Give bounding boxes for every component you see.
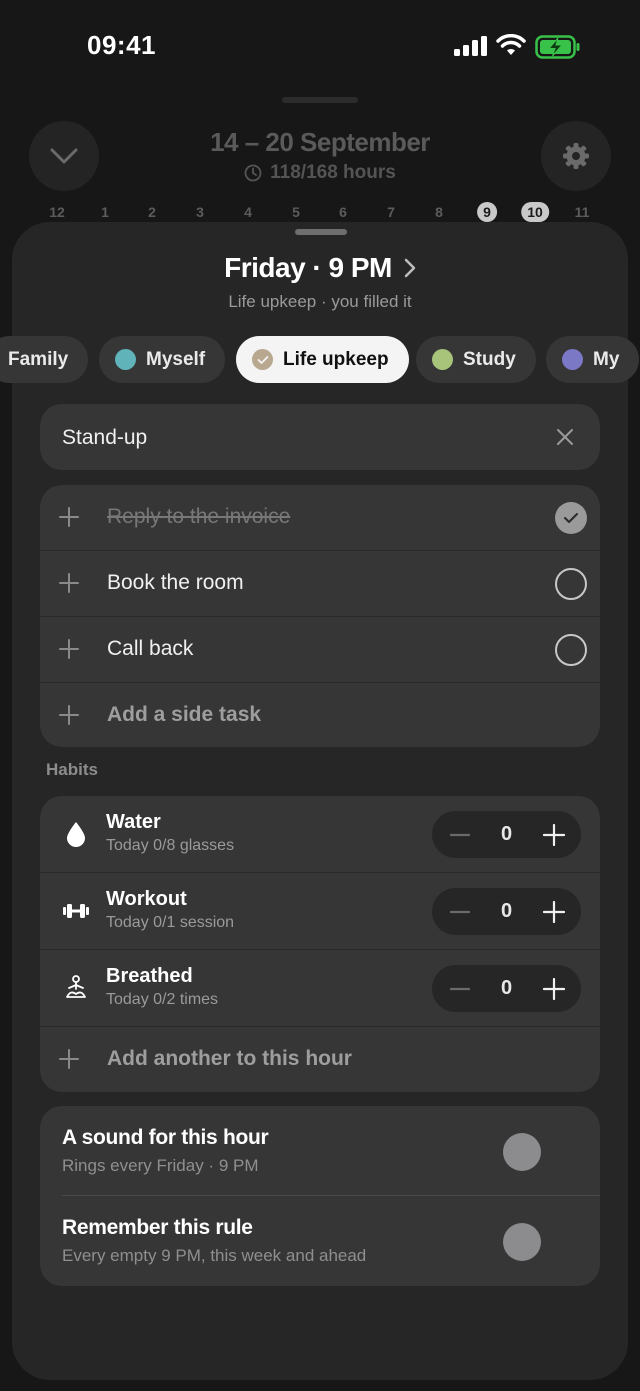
meditation-icon bbox=[62, 974, 90, 1002]
list-item: Book the room bbox=[40, 551, 600, 617]
background-grabber bbox=[282, 97, 358, 103]
chip-my[interactable]: My bbox=[546, 336, 640, 383]
sound-rule-row: A sound for this hour Rings every Friday… bbox=[40, 1106, 600, 1196]
habit-name: Water bbox=[106, 811, 161, 833]
gear-icon bbox=[563, 143, 589, 169]
chip-label: My bbox=[593, 348, 620, 370]
habit-progress: Today 0/2 times bbox=[106, 991, 219, 1008]
task-checkbox[interactable] bbox=[555, 634, 587, 666]
plus-icon bbox=[59, 1049, 79, 1069]
plus-icon[interactable] bbox=[59, 573, 79, 593]
plus-icon[interactable] bbox=[543, 901, 565, 923]
habit-name: Breathed bbox=[106, 965, 193, 987]
chip-label: Study bbox=[463, 348, 516, 370]
clear-icon[interactable] bbox=[556, 428, 574, 446]
chip-label: Myself bbox=[146, 348, 206, 370]
plus-icon[interactable] bbox=[59, 507, 79, 527]
sheet-grabber[interactable] bbox=[295, 229, 347, 235]
chip-myself[interactable]: Myself bbox=[99, 336, 226, 383]
task-label[interactable]: Book the room bbox=[107, 571, 244, 595]
sheet-title: Friday · 9 PM bbox=[224, 252, 392, 283]
sound-toggle[interactable] bbox=[503, 1133, 541, 1171]
hour-tick[interactable]: 9 bbox=[477, 202, 497, 222]
habits-list: Water Today 0/8 glasses 0 Workout Today … bbox=[40, 796, 600, 1092]
rule-subtitle: Every empty 9 PM, this week and ahead bbox=[62, 1246, 367, 1265]
title-field[interactable]: Stand-up bbox=[40, 404, 600, 470]
side-tasks-list: Reply to the invoice Book the room Call … bbox=[40, 485, 600, 747]
plus-icon bbox=[59, 705, 79, 725]
clock-icon bbox=[244, 164, 262, 182]
habit-progress: Today 0/1 session bbox=[106, 914, 235, 931]
remember-toggle[interactable] bbox=[503, 1223, 541, 1261]
task-label[interactable]: Reply to the invoice bbox=[107, 505, 290, 529]
add-side-task-label: Add a side task bbox=[107, 703, 262, 726]
wifi-icon bbox=[496, 34, 526, 55]
hour-tick[interactable]: 12 bbox=[49, 202, 65, 222]
habit-stepper: 0 bbox=[432, 811, 581, 858]
habit-row-breathed: Breathed Today 0/2 times 0 bbox=[40, 950, 600, 1027]
chip-family[interactable]: Family bbox=[0, 336, 89, 383]
dumbbell-icon bbox=[62, 897, 90, 925]
rule-title: A sound for this hour bbox=[62, 1126, 269, 1149]
plus-icon[interactable] bbox=[59, 639, 79, 659]
hour-tick[interactable]: 8 bbox=[435, 202, 443, 222]
habit-row-workout: Workout Today 0/1 session 0 bbox=[40, 873, 600, 950]
water-drop-icon bbox=[62, 820, 90, 848]
chevron-right-icon bbox=[404, 258, 416, 278]
sheet-title-row[interactable]: Friday · 9 PM bbox=[0, 252, 640, 284]
hour-tick[interactable]: 6 bbox=[339, 202, 347, 222]
hour-rules: A sound for this hour Rings every Friday… bbox=[40, 1106, 600, 1286]
cellular-signal-icon bbox=[454, 36, 487, 56]
hour-tick[interactable]: 7 bbox=[387, 202, 395, 222]
chip-life-upkeep[interactable]: Life upkeep bbox=[236, 336, 409, 383]
add-habit-button[interactable]: Add another to this hour bbox=[40, 1027, 600, 1092]
habit-stepper: 0 bbox=[432, 888, 581, 935]
rule-title: Remember this rule bbox=[62, 1216, 253, 1239]
habits-heading: Habits bbox=[46, 760, 98, 779]
habit-name: Workout bbox=[106, 888, 187, 910]
category-chips: Family Myself Life upkeep Study My bbox=[0, 336, 640, 384]
habit-stepper: 0 bbox=[432, 965, 581, 1012]
check-icon bbox=[252, 349, 273, 370]
task-label[interactable]: Call back bbox=[107, 637, 193, 661]
task-checkbox[interactable] bbox=[555, 502, 587, 534]
color-dot-icon bbox=[432, 349, 453, 370]
plus-icon[interactable] bbox=[543, 978, 565, 1000]
remember-rule-row: Remember this rule Every empty 9 PM, thi… bbox=[40, 1196, 600, 1286]
sheet-subtitle: Life upkeep · you filled it bbox=[228, 292, 412, 311]
hour-tick[interactable]: 11 bbox=[575, 202, 590, 222]
list-item: Call back bbox=[40, 617, 600, 683]
hour-tick[interactable]: 10 bbox=[521, 202, 549, 222]
list-item: Reply to the invoice bbox=[40, 485, 600, 551]
hour-strip: 12 1 2 3 4 5 6 7 8 9 10 11 bbox=[0, 202, 640, 224]
title-field-value: Stand-up bbox=[62, 426, 148, 449]
chip-label: Family bbox=[8, 348, 69, 370]
chip-study[interactable]: Study bbox=[416, 336, 536, 383]
task-checkbox[interactable] bbox=[555, 568, 587, 600]
color-dot-icon bbox=[115, 349, 136, 370]
hour-tick[interactable]: 2 bbox=[148, 202, 156, 222]
habit-row-water: Water Today 0/8 glasses 0 bbox=[40, 796, 600, 873]
plus-icon[interactable] bbox=[543, 824, 565, 846]
color-dot-icon bbox=[562, 349, 583, 370]
hour-tick[interactable]: 5 bbox=[292, 202, 300, 222]
hour-tick[interactable]: 4 bbox=[244, 202, 252, 222]
hour-tick[interactable]: 3 bbox=[196, 202, 204, 222]
add-side-task-button[interactable]: Add a side task bbox=[40, 683, 600, 747]
settings-button[interactable] bbox=[541, 121, 611, 191]
battery-charging-icon bbox=[535, 35, 580, 59]
checkmark-icon bbox=[564, 513, 578, 523]
add-habit-label: Add another to this hour bbox=[107, 1047, 352, 1070]
habit-progress: Today 0/8 glasses bbox=[106, 837, 235, 854]
hour-tick[interactable]: 1 bbox=[101, 202, 109, 222]
status-time: 09:41 bbox=[87, 30, 156, 60]
status-bar: 09:41 bbox=[0, 0, 640, 95]
chip-label: Life upkeep bbox=[283, 348, 389, 370]
rule-subtitle: Rings every Friday · 9 PM bbox=[62, 1156, 259, 1175]
week-hours-text: 118/168 hours bbox=[270, 162, 396, 183]
